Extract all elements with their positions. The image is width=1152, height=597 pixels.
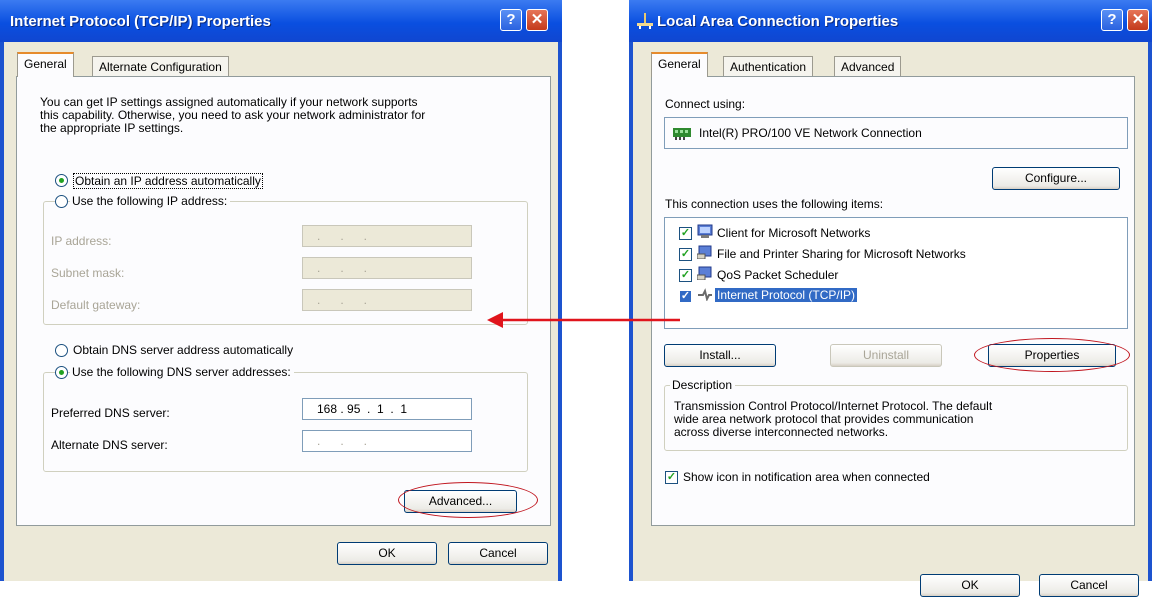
tab-advanced[interactable]: Advanced: [834, 56, 902, 78]
adapter-box: Intel(R) PRO/100 VE Network Connection: [664, 117, 1128, 149]
item-tcpip-text: Internet Protocol (TCP/IP): [715, 288, 858, 302]
preferred-dns-label: Preferred DNS server:: [51, 406, 170, 420]
protocol-icon: [698, 288, 712, 301]
close-button[interactable]: ✕: [526, 9, 548, 31]
items-label: This connection uses the following items…: [665, 197, 884, 211]
description-line-2: wide area network protocol that provides…: [674, 412, 974, 426]
window-title: Local Area Connection Properties: [657, 13, 899, 30]
intro-text-1: You can get IP settings assigned automat…: [40, 95, 418, 109]
adapter-name: Intel(R) PRO/100 VE Network Connection: [699, 126, 922, 140]
network-client-icon: [697, 224, 713, 238]
tab-general[interactable]: General: [651, 52, 708, 77]
auto-ip-radio[interactable]: [55, 174, 68, 187]
qos-icon: [697, 266, 712, 280]
alternate-dns-label: Alternate DNS server:: [51, 438, 168, 452]
item-file-sharing-label[interactable]: File and Printer Sharing for Microsoft N…: [717, 247, 966, 261]
item-tcpip-label[interactable]: Internet Protocol (TCP/IP): [715, 288, 858, 302]
network-connection-icon: [637, 13, 653, 29]
show-icon-checkbox[interactable]: ✓: [665, 471, 678, 484]
uninstall-button: Uninstall: [830, 344, 942, 367]
annotation-arrow: [487, 312, 680, 328]
ok-button[interactable]: OK: [337, 542, 437, 565]
tcpip-checkbox[interactable]: ✓: [679, 290, 692, 303]
item-qos-label[interactable]: QoS Packet Scheduler: [717, 268, 838, 282]
window-title: Internet Protocol (TCP/IP) Properties: [10, 13, 271, 30]
ok-button[interactable]: OK: [920, 574, 1020, 597]
qos-checkbox[interactable]: ✓: [679, 269, 692, 282]
help-button[interactable]: ?: [1101, 9, 1123, 31]
manual-dns-label[interactable]: Use the following DNS server addresses:: [70, 365, 294, 379]
tab-authentication[interactable]: Authentication: [723, 56, 814, 78]
ip-address-label: IP address:: [51, 234, 112, 248]
title-bar: Internet Protocol (TCP/IP) Properties ? …: [0, 0, 562, 42]
tcpip-properties-window: Internet Protocol (TCP/IP) Properties ? …: [0, 0, 562, 581]
intro-text-3: the appropriate IP settings.: [40, 121, 184, 135]
show-icon-label[interactable]: Show icon in notification area when conn…: [683, 470, 930, 484]
lan-properties-window: Local Area Connection Properties ? ✕ Gen…: [629, 0, 1152, 597]
connect-using-label: Connect using:: [665, 97, 746, 111]
help-button[interactable]: ?: [500, 9, 522, 31]
alternate-dns-field[interactable]: . . .: [302, 430, 472, 452]
file-sharing-checkbox[interactable]: ✓: [679, 248, 692, 261]
dns-group: [43, 372, 528, 472]
default-gateway-field[interactable]: . . .: [302, 289, 472, 311]
network-adapter-icon: [673, 128, 691, 140]
auto-ip-label[interactable]: Obtain an IP address automatically: [73, 173, 263, 189]
auto-dns-label[interactable]: Obtain DNS server address automatically: [73, 343, 293, 357]
description-label: Description: [670, 378, 736, 392]
subnet-mask-field[interactable]: . . .: [302, 257, 472, 279]
cancel-button[interactable]: Cancel: [448, 542, 548, 565]
general-panel: Connect using: Intel(R) PRO/100 VE Netwo…: [651, 76, 1135, 526]
window-client: General Authentication Advanced Connect …: [633, 42, 1148, 597]
manual-ip-label[interactable]: Use the following IP address:: [70, 194, 231, 208]
tab-general[interactable]: General: [17, 52, 74, 77]
client-checkbox[interactable]: ✓: [679, 227, 692, 240]
configure-button[interactable]: Configure...: [992, 167, 1120, 190]
title-bar: Local Area Connection Properties ? ✕: [629, 0, 1152, 42]
close-button[interactable]: ✕: [1127, 9, 1149, 31]
components-list: ✓ Client for Microsoft Networks ✓ File a…: [664, 217, 1128, 329]
auto-dns-radio[interactable]: [55, 344, 68, 357]
default-gateway-label: Default gateway:: [51, 298, 141, 312]
general-panel: You can get IP settings assigned automat…: [16, 76, 551, 526]
advanced-highlight-oval: [398, 482, 538, 518]
item-client-label[interactable]: Client for Microsoft Networks: [717, 226, 870, 240]
subnet-mask-label: Subnet mask:: [51, 266, 125, 280]
properties-highlight-oval: [974, 338, 1130, 372]
manual-dns-radio[interactable]: [55, 366, 68, 379]
tab-alternate-configuration[interactable]: Alternate Configuration: [92, 56, 229, 78]
ip-address-field[interactable]: . . .: [302, 225, 472, 247]
description-line-3: across diverse interconnected networks.: [674, 425, 889, 439]
file-sharing-icon: [697, 245, 712, 259]
intro-text-2: this capability. Otherwise, you need to …: [40, 108, 426, 122]
cancel-button[interactable]: Cancel: [1039, 574, 1139, 597]
preferred-dns-field[interactable]: 168 . 95 . 1 . 1: [302, 398, 472, 420]
description-line-1: Transmission Control Protocol/Internet P…: [674, 399, 993, 413]
window-client: General Alternate Configuration You can …: [4, 42, 558, 581]
install-button[interactable]: Install...: [664, 344, 776, 367]
manual-ip-radio[interactable]: [55, 195, 68, 208]
